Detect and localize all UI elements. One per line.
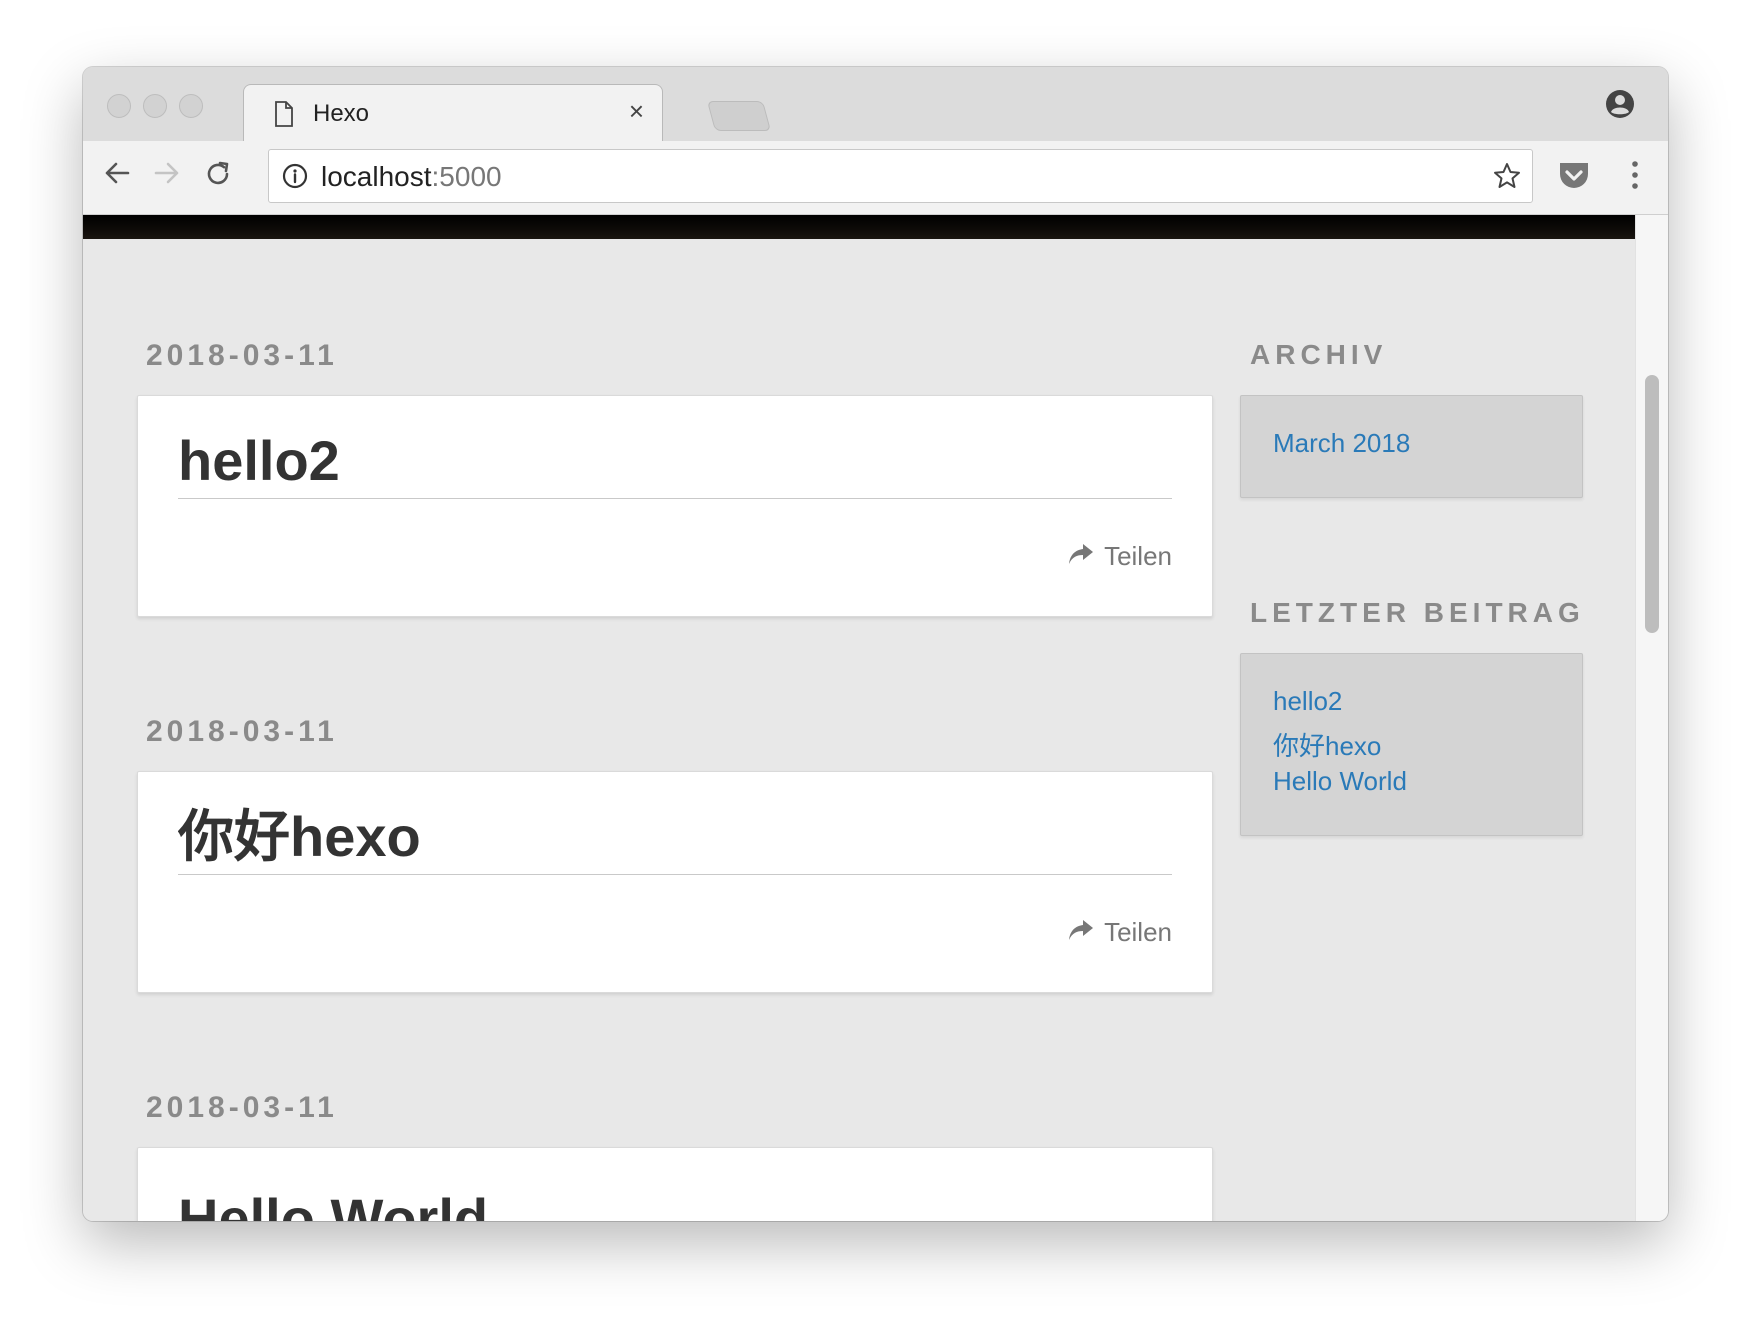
- share-button[interactable]: Teilen: [1068, 541, 1172, 572]
- new-tab-button[interactable]: [706, 101, 772, 131]
- pocket-icon[interactable]: [1557, 160, 1591, 197]
- post-card: 你好hexo Teilen: [137, 771, 1213, 993]
- recent-post-link[interactable]: Hello World: [1273, 766, 1407, 797]
- post-date: 2018-03-11: [146, 339, 338, 372]
- more-menu-icon[interactable]: [1630, 159, 1640, 196]
- post-card: Hello World: [137, 1147, 1213, 1221]
- tab-hexo[interactable]: Hexo ×: [243, 84, 663, 142]
- share-label: Teilen: [1104, 541, 1172, 571]
- address-bar[interactable]: localhost:5000: [268, 149, 1533, 203]
- share-button[interactable]: Teilen: [1068, 917, 1172, 948]
- post-title-link[interactable]: 你好hexo: [178, 804, 1172, 875]
- profile-icon[interactable]: [1605, 89, 1635, 124]
- toolbar: localhost:5000: [83, 141, 1668, 215]
- share-icon: [1068, 541, 1094, 572]
- archive-widget: March 2018: [1240, 395, 1583, 498]
- tab-bar: Hexo ×: [83, 67, 1668, 142]
- page-viewport: 2018-03-11 hello2 Teilen 2018-03-11 你好he…: [83, 215, 1635, 1221]
- document-icon: [274, 101, 294, 132]
- url-host: localhost: [321, 161, 432, 192]
- recent-posts-heading: LETZTER BEITRAG: [1250, 597, 1585, 628]
- archive-heading: ARCHIV: [1250, 339, 1388, 370]
- back-arrow-icon[interactable]: [103, 159, 131, 192]
- scrollbar-thumb[interactable]: [1645, 375, 1659, 633]
- forward-arrow-icon[interactable]: [153, 159, 181, 192]
- post-date: 2018-03-11: [146, 715, 338, 748]
- post-date: 2018-03-11: [146, 1091, 338, 1124]
- share-label: Teilen: [1104, 917, 1172, 947]
- tab-title: Hexo: [313, 100, 370, 127]
- reload-icon[interactable]: [203, 159, 233, 194]
- recent-post-link[interactable]: 你好hexo: [1273, 726, 1381, 763]
- recent-post-link[interactable]: hello2: [1273, 686, 1342, 717]
- recent-posts-widget: hello2 你好hexo Hello World: [1240, 653, 1583, 836]
- close-tab-icon[interactable]: ×: [629, 98, 644, 124]
- post-title-link[interactable]: Hello World: [178, 1186, 1172, 1221]
- info-icon[interactable]: [281, 162, 309, 195]
- post-title-link[interactable]: hello2: [178, 428, 1172, 499]
- minimize-window-button[interactable]: [143, 94, 167, 118]
- scrollbar-track[interactable]: [1635, 215, 1668, 1221]
- zoom-window-button[interactable]: [179, 94, 203, 118]
- url-text: localhost:5000: [321, 161, 502, 193]
- url-port: :5000: [431, 161, 502, 192]
- archive-link[interactable]: March 2018: [1273, 428, 1410, 459]
- share-icon: [1068, 917, 1094, 948]
- close-window-button[interactable]: [107, 94, 131, 118]
- post-card: hello2 Teilen: [137, 395, 1213, 617]
- header-banner: [83, 215, 1635, 239]
- bookmark-star-icon[interactable]: [1492, 161, 1522, 196]
- browser-window: Hexo × localhost:5000 2018-03-11 hello2 …: [83, 67, 1668, 1221]
